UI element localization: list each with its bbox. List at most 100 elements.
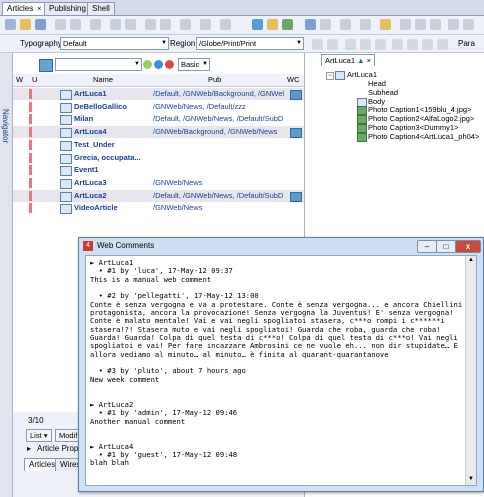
- cut-icon[interactable]: [55, 19, 66, 30]
- align-icon[interactable]: [180, 19, 191, 30]
- web-comments-titlebar[interactable]: 4 Web Comments – □ x: [79, 238, 483, 254]
- table-row[interactable]: Test_Under: [13, 139, 304, 151]
- tree-item[interactable]: Photo Caption3<Dummy1>: [368, 123, 458, 132]
- web-comment-icon[interactable]: [290, 90, 302, 100]
- close-icon[interactable]: ×: [367, 56, 371, 65]
- list-icon[interactable]: [200, 19, 211, 30]
- outdent-icon[interactable]: [407, 39, 418, 50]
- lock-icon[interactable]: [380, 19, 391, 30]
- collapse-icon[interactable]: −: [326, 72, 334, 80]
- link-icon[interactable]: [360, 19, 371, 30]
- print-icon[interactable]: [320, 19, 331, 30]
- bold-icon[interactable]: [145, 19, 156, 30]
- style-icon[interactable]: [327, 39, 338, 50]
- tree-item[interactable]: Photo Caption4<ArtLuca1_ph04>: [368, 132, 479, 141]
- scroll-down-icon[interactable]: ▼: [467, 476, 475, 484]
- tab-publishing[interactable]: Publishing: [44, 2, 91, 15]
- new-icon[interactable]: [5, 19, 16, 30]
- table-icon[interactable]: [220, 19, 231, 30]
- image-icon[interactable]: [340, 19, 351, 30]
- col-w-header[interactable]: W: [16, 75, 23, 84]
- scroll-up-icon[interactable]: ▲: [467, 257, 475, 265]
- status-flag: [29, 190, 32, 201]
- numbering-icon[interactable]: [437, 39, 448, 50]
- table-row[interactable]: ArtLuca3/GNWeb/News: [13, 177, 304, 189]
- tree-item[interactable]: Subhead: [368, 88, 398, 97]
- status-flag: [29, 165, 32, 176]
- article-name: VideoArticle: [74, 203, 118, 213]
- tree-root[interactable]: ArtLuca1: [347, 70, 377, 79]
- image-icon: [357, 106, 367, 116]
- list-button[interactable]: List ▾: [26, 429, 52, 442]
- col-name-header[interactable]: Name: [93, 75, 113, 84]
- tree-item[interactable]: Photo Caption2<AlfaLogo2.jpg>: [368, 114, 474, 123]
- region-value: /Globe/Print/Print: [199, 39, 257, 48]
- article-prop-label[interactable]: Article Prop: [37, 444, 78, 454]
- navigator-label: Navigator: [1, 109, 10, 144]
- minimize-button[interactable]: –: [417, 240, 437, 253]
- tab-shell[interactable]: Shell: [87, 2, 115, 15]
- article-icon: [60, 102, 72, 113]
- table-row[interactable]: Event1: [13, 164, 304, 177]
- image-icon: [357, 132, 367, 142]
- align-right-icon[interactable]: [375, 39, 386, 50]
- save-icon[interactable]: [35, 19, 46, 30]
- table-row[interactable]: ArtLuca4/GNWeb/Background, /GNWeb/News: [13, 126, 304, 139]
- close-button[interactable]: x: [455, 240, 481, 253]
- table-row[interactable]: Grecia, occupata...: [13, 152, 304, 164]
- bullets-icon[interactable]: [422, 39, 433, 50]
- col-wc-header[interactable]: WC: [287, 75, 300, 84]
- maximize-button[interactable]: □: [436, 240, 456, 253]
- indent-icon[interactable]: [392, 39, 403, 50]
- remove-icon[interactable]: [165, 60, 174, 69]
- open-folder-icon[interactable]: [20, 19, 31, 30]
- expand-icon[interactable]: ▸: [27, 444, 31, 454]
- tree-item[interactable]: Photo Caption1<159blu_4.jpg>: [368, 105, 471, 114]
- col-u-header[interactable]: U: [32, 75, 37, 84]
- add-icon[interactable]: [154, 60, 163, 69]
- vertical-scrollbar[interactable]: ▲ ▼: [465, 256, 476, 485]
- copy-icon[interactable]: [70, 19, 81, 30]
- typography-select[interactable]: Default ▼: [60, 37, 169, 50]
- settings-icon[interactable]: [463, 19, 474, 30]
- web-comment-icon[interactable]: [290, 191, 302, 202]
- redo-icon[interactable]: [125, 19, 136, 30]
- table-row[interactable]: Milan/Default, /GNWeb/News, /Default/Sub…: [13, 113, 304, 126]
- web-comments-body[interactable]: ► ArtLuca1 • #1 by 'luca', 17-May-12 09:…: [85, 255, 477, 486]
- web-comment-icon[interactable]: [290, 128, 302, 139]
- pen-icon[interactable]: [448, 19, 459, 30]
- navigator-strip[interactable]: Navigator: [0, 53, 13, 497]
- undo-icon[interactable]: [110, 19, 121, 30]
- folder-icon[interactable]: [267, 19, 278, 30]
- bottom-tab-articles-label: Articles: [29, 460, 56, 469]
- mode-select[interactable]: Basic ▼: [178, 58, 210, 71]
- table-row[interactable]: VideoArticle/GNWeb/News: [13, 202, 304, 215]
- article-list-header: W U Name Pub WC: [13, 74, 304, 87]
- align-center-icon[interactable]: [360, 39, 371, 50]
- preview-icon[interactable]: [305, 19, 316, 30]
- export-icon[interactable]: [282, 19, 293, 30]
- window-icon[interactable]: [252, 19, 263, 30]
- tab-articles[interactable]: Articles ×: [2, 2, 47, 15]
- region-select[interactable]: /Globe/Print/Print ▼: [196, 37, 304, 50]
- style-icon[interactable]: [312, 39, 323, 50]
- block-icon[interactable]: [430, 19, 441, 30]
- paste-icon[interactable]: [90, 19, 101, 30]
- italic-icon[interactable]: [160, 19, 171, 30]
- tree-item[interactable]: Body: [368, 97, 385, 106]
- tree-item[interactable]: Head: [368, 79, 386, 88]
- align-left-icon[interactable]: [345, 39, 356, 50]
- search-combo[interactable]: ▼: [55, 58, 142, 71]
- close-icon[interactable]: ×: [37, 6, 41, 13]
- accept-icon[interactable]: [143, 60, 152, 69]
- article-icon: [60, 153, 72, 164]
- spell-icon[interactable]: [400, 19, 411, 30]
- table-row[interactable]: DeBelloGallico/GNWeb/News, /Default/zzz: [13, 101, 304, 113]
- article-icon: [60, 115, 72, 126]
- col-pub-header[interactable]: Pub: [208, 75, 221, 84]
- tab-artluca1[interactable]: ArtLuca1 ▲ ×: [321, 54, 376, 66]
- table-row[interactable]: ArtLuca1/Default, /GNWeb/Background, /GN…: [13, 88, 304, 100]
- refresh-icon[interactable]: [39, 59, 53, 72]
- table-row[interactable]: ArtLuca2/Default, /GNWeb/News, /Default/…: [13, 189, 304, 202]
- search-icon[interactable]: [415, 19, 426, 30]
